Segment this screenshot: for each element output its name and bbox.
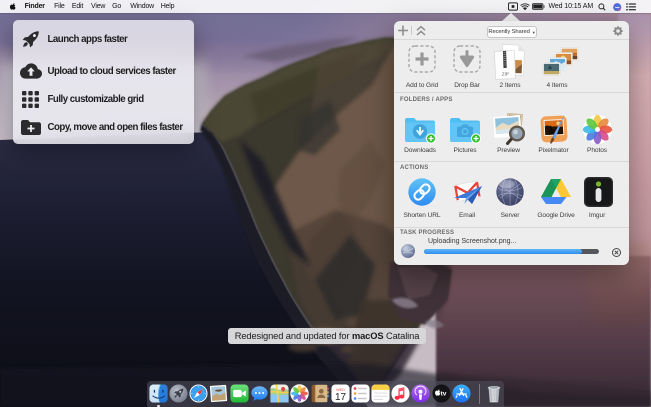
- svg-text:ZIP: ZIP: [502, 71, 509, 76]
- svg-text:tv: tv: [440, 391, 446, 398]
- svg-text:17: 17: [335, 392, 347, 403]
